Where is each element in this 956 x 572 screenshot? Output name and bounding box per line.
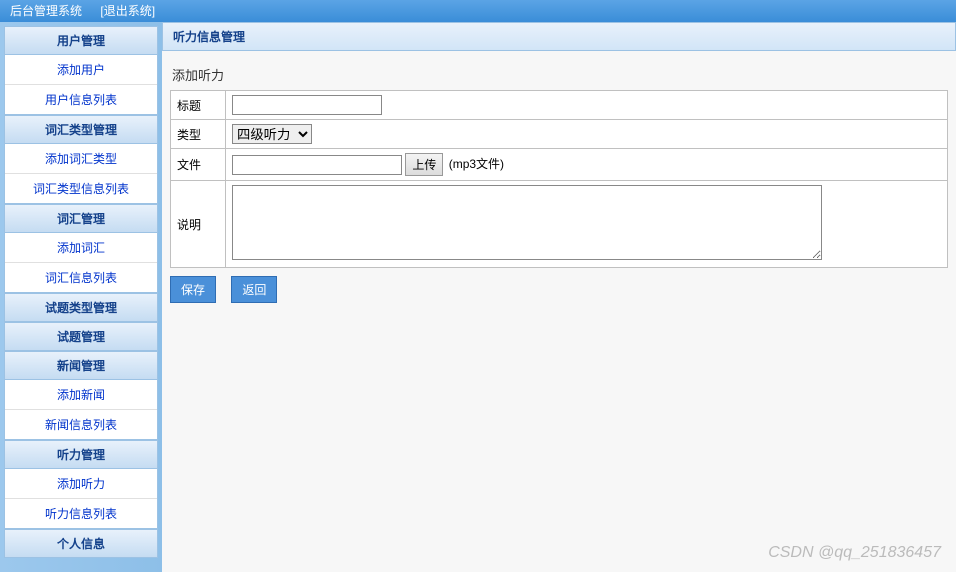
- button-row: 保存 返回: [170, 268, 948, 311]
- menu-item-add-news[interactable]: 添加新闻: [5, 380, 157, 410]
- sidebar: 用户管理 添加用户 用户信息列表 词汇类型管理 添加词汇类型 词汇类型信息列表 …: [0, 22, 162, 572]
- back-button[interactable]: 返回: [231, 276, 277, 303]
- save-button[interactable]: 保存: [170, 276, 216, 303]
- form-subtitle: 添加听力: [170, 59, 948, 90]
- menu-header-vocab-type[interactable]: 词汇类型管理: [4, 115, 158, 144]
- title-input[interactable]: [232, 95, 382, 115]
- menu-group-question: 试题管理: [4, 322, 158, 351]
- label-type: 类型: [171, 120, 226, 149]
- file-hint: (mp3文件): [449, 157, 504, 171]
- label-desc: 说明: [171, 181, 226, 268]
- menu-item-add-listening[interactable]: 添加听力: [5, 469, 157, 499]
- logout-link[interactable]: [退出系统]: [100, 4, 155, 18]
- menu-group-question-type: 试题类型管理: [4, 293, 158, 322]
- menu-item-add-vocab-type[interactable]: 添加词汇类型: [5, 144, 157, 174]
- menu-item-add-user[interactable]: 添加用户: [5, 55, 157, 85]
- menu-header-users[interactable]: 用户管理: [4, 26, 158, 55]
- menu-item-listening-list[interactable]: 听力信息列表: [5, 499, 157, 528]
- panel-title: 听力信息管理: [162, 22, 956, 51]
- menu-item-vocab-type-list[interactable]: 词汇类型信息列表: [5, 174, 157, 203]
- upload-button[interactable]: 上传: [405, 153, 443, 176]
- menu-item-news-list[interactable]: 新闻信息列表: [5, 410, 157, 439]
- type-select[interactable]: 四级听力: [232, 124, 312, 144]
- app-header: 后台管理系统 [退出系统]: [0, 0, 956, 22]
- menu-group-news: 新闻管理 添加新闻 新闻信息列表: [4, 351, 158, 440]
- menu-header-question[interactable]: 试题管理: [4, 322, 158, 351]
- menu-group-users: 用户管理 添加用户 用户信息列表: [4, 26, 158, 115]
- menu-group-listening: 听力管理 添加听力 听力信息列表: [4, 440, 158, 529]
- label-file: 文件: [171, 149, 226, 181]
- menu-item-vocab-list[interactable]: 词汇信息列表: [5, 263, 157, 292]
- menu-header-profile[interactable]: 个人信息: [4, 529, 158, 558]
- menu-header-listening[interactable]: 听力管理: [4, 440, 158, 469]
- file-path-input[interactable]: [232, 155, 402, 175]
- menu-header-question-type[interactable]: 试题类型管理: [4, 293, 158, 322]
- menu-item-add-vocab[interactable]: 添加词汇: [5, 233, 157, 263]
- menu-group-profile: 个人信息: [4, 529, 158, 558]
- desc-textarea[interactable]: [232, 185, 822, 260]
- app-title: 后台管理系统: [10, 4, 82, 18]
- menu-header-news[interactable]: 新闻管理: [4, 351, 158, 380]
- main-container: 用户管理 添加用户 用户信息列表 词汇类型管理 添加词汇类型 词汇类型信息列表 …: [0, 22, 956, 572]
- form-area: 添加听力 标题 类型 四级听力 文件: [162, 51, 956, 319]
- main-panel: 听力信息管理 添加听力 标题 类型 四级听力 文件: [162, 22, 956, 572]
- menu-group-vocab-type: 词汇类型管理 添加词汇类型 词汇类型信息列表: [4, 115, 158, 204]
- menu-group-vocab: 词汇管理 添加词汇 词汇信息列表: [4, 204, 158, 293]
- menu-item-user-list[interactable]: 用户信息列表: [5, 85, 157, 114]
- label-title: 标题: [171, 91, 226, 120]
- menu-header-vocab[interactable]: 词汇管理: [4, 204, 158, 233]
- form-table: 标题 类型 四级听力 文件 上传 (mp3文件: [170, 90, 948, 268]
